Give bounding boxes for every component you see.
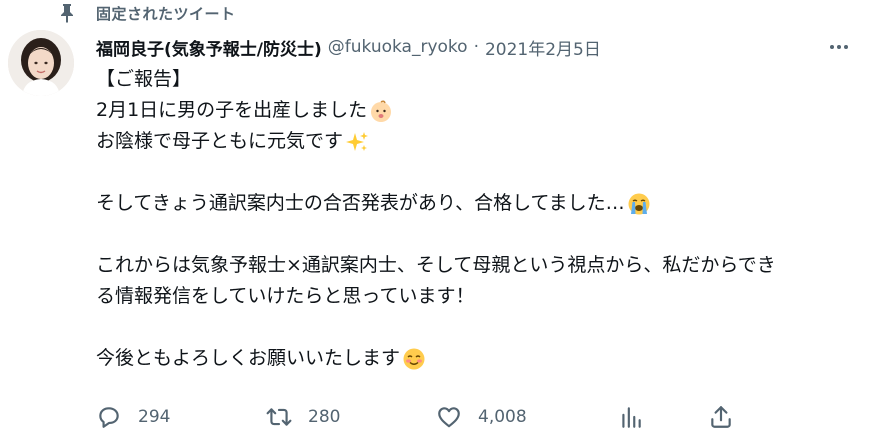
reply-button[interactable]: 294 — [96, 404, 266, 430]
more-options-button[interactable] — [824, 33, 854, 61]
tweet-line: 今後ともよろしくお願いいたします — [96, 343, 856, 374]
display-name[interactable]: 福岡良子(気象予報士/防災士) — [96, 35, 322, 60]
more-icon — [830, 45, 848, 49]
tweet-date[interactable]: 2021年2月5日 — [485, 35, 601, 60]
tweet-line: 2月1日に男の子を出産しました — [96, 95, 856, 126]
tweet-line — [96, 312, 856, 343]
pinned-label: 固定されたツイート — [96, 4, 236, 23]
analytics-icon — [622, 407, 641, 428]
tweet-line: そしてきょう通訳案内士の合否発表があり、合格してました… — [96, 188, 856, 219]
heart-icon — [438, 407, 460, 428]
baby-emoji — [371, 99, 392, 122]
like-button[interactable]: 4,008 — [436, 404, 618, 430]
tweet-line — [96, 219, 856, 250]
retweet-icon — [266, 408, 292, 426]
like-count: 4,008 — [478, 407, 527, 427]
reply-count: 294 — [138, 407, 171, 427]
separator-dot: · — [473, 37, 479, 57]
avatar[interactable] — [8, 30, 74, 96]
user-handle[interactable]: @fukuoka_ryoko — [328, 37, 468, 57]
analytics-button[interactable] — [618, 404, 708, 430]
smiling-face-emoji — [403, 348, 425, 369]
tweet-line: る情報発信をしていけたらと思っています！ — [96, 285, 475, 307]
action-bar: 294 280 4,008 — [96, 400, 736, 434]
share-button[interactable] — [708, 404, 734, 430]
tweet-header: 福岡良子(気象予報士/防災士) @fukuoka_ryoko · 2021年2月… — [96, 33, 856, 61]
pin-icon — [54, 2, 80, 24]
sparkles-emoji — [346, 131, 369, 151]
crying-face-emoji — [628, 193, 650, 214]
pinned-indicator: 固定されたツイート — [54, 2, 236, 24]
reply-icon — [99, 407, 119, 428]
tweet-line: 【ご報告】 — [96, 68, 192, 90]
tweet-line: これからは気象予報士×通訳案内士、そして母親という視点から、私だからでき — [96, 254, 776, 276]
retweet-count: 280 — [308, 407, 341, 427]
tweet-line — [96, 157, 856, 188]
retweet-button[interactable]: 280 — [266, 404, 436, 430]
tweet-text: 【ご報告】 2月1日に男の子を出産しました お陰様で母子ともに元気です そしてき… — [96, 64, 856, 374]
share-icon — [711, 406, 731, 428]
tweet-line: お陰様で母子ともに元気です — [96, 126, 856, 157]
